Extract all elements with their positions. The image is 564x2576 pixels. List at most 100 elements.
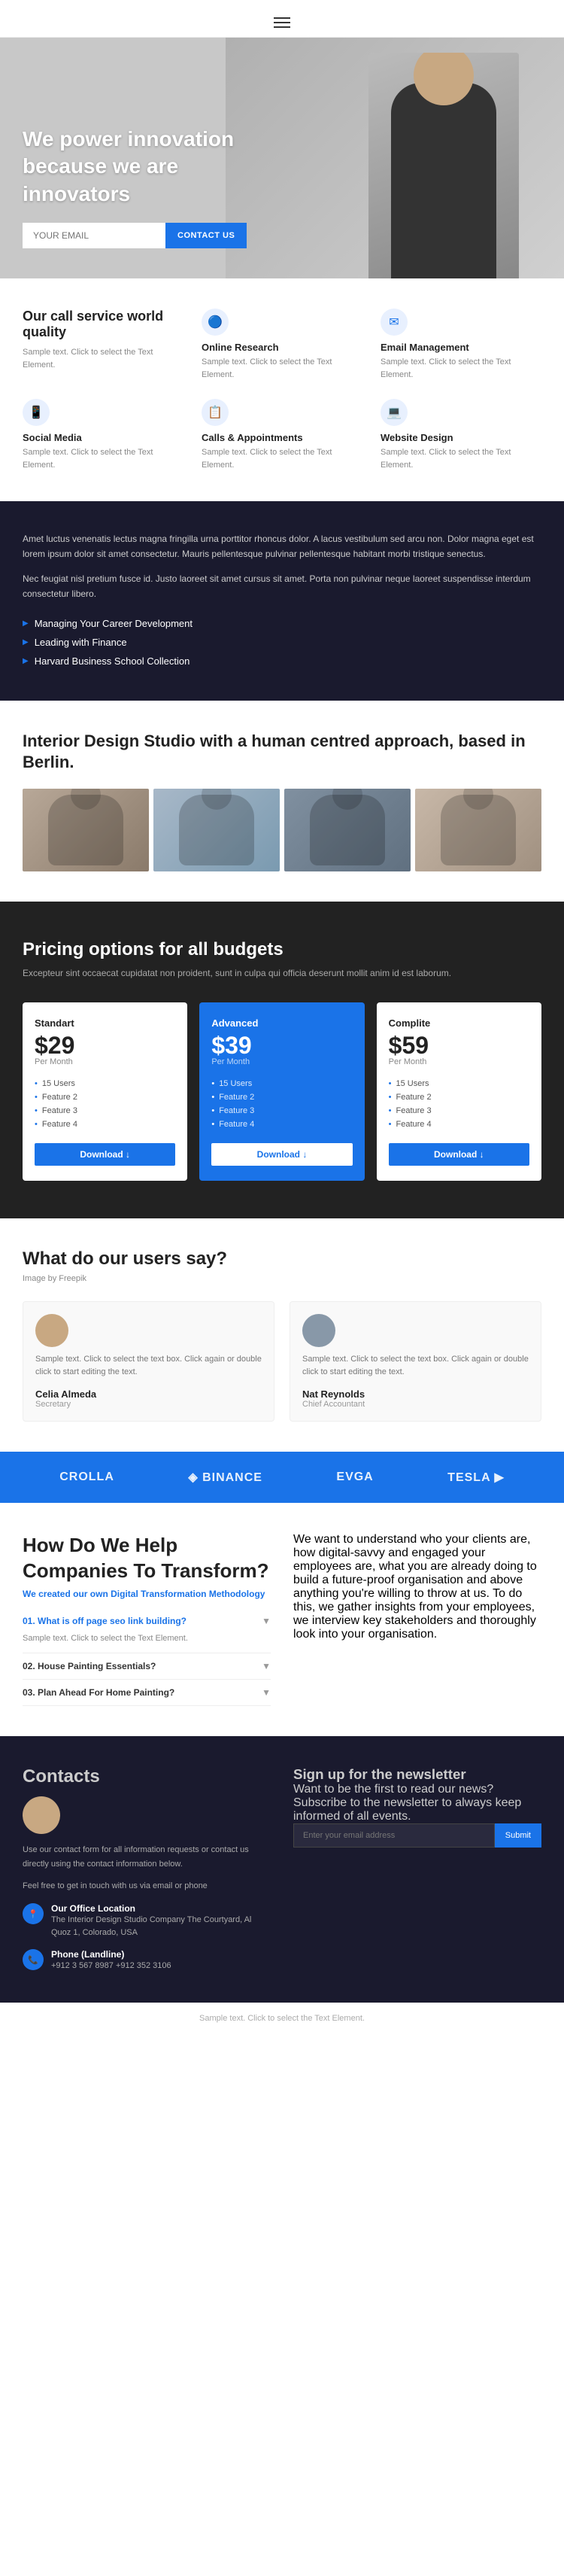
testimonials-grid: Sample text. Click to select the text bo… (23, 1301, 541, 1422)
faq-question-text-2: 03. Plan Ahead For Home Painting? (23, 1687, 174, 1698)
pricing-price-1: $39 (211, 1033, 352, 1057)
pricing-feature-1-3: Feature 4 (211, 1118, 352, 1131)
email-input[interactable] (23, 223, 165, 248)
pricing-card-name-2: Complite (389, 1017, 529, 1029)
faq-item-2: 03. Plan Ahead For Home Painting? ▼ (23, 1680, 271, 1706)
pricing-card-2: Complite $59 Per Month 15 Users Feature … (377, 1002, 541, 1181)
service-title-0: Online Research (202, 342, 362, 353)
testimonial-card-0: Sample text. Click to select the text bo… (23, 1301, 274, 1422)
pricing-features-1: 15 Users Feature 2 Feature 3 Feature 4 (211, 1077, 352, 1131)
about-list-item-1: Leading with Finance (23, 633, 541, 652)
pricing-price-2: $59 (389, 1033, 529, 1057)
newsletter-submit-button[interactable]: Submit (495, 1823, 541, 1848)
interior-section: Interior Design Studio with a human cent… (0, 701, 564, 902)
service-title-2: Social Media (23, 432, 183, 443)
contacts-description: Use our contact form for all information… (23, 1843, 271, 1871)
newsletter-text: Want to be the first to read our news? S… (293, 1783, 541, 1823)
transform-subtitle: We created our own Digital Transformatio… (23, 1589, 271, 1599)
testimonial-avatar-1 (302, 1314, 335, 1347)
email-management-icon: ✉ (381, 309, 408, 336)
header (0, 0, 564, 38)
transform-title: How Do We Help Companies To Transform? (23, 1533, 271, 1584)
about-body1: Amet luctus venenatis lectus magna fring… (23, 531, 541, 562)
pricing-feature-2-0: 15 Users (389, 1077, 529, 1090)
transform-right: We want to understand who your clients a… (293, 1533, 541, 1706)
brand-3: TESLA ▶ (447, 1470, 505, 1485)
pricing-cards: Standart $29 Per Month 15 Users Feature … (23, 1002, 541, 1181)
interior-photo-1 (23, 789, 149, 871)
brand-0: CROLLA (59, 1470, 114, 1484)
interior-photos (23, 789, 541, 871)
pricing-feature-0-1: Feature 2 (35, 1090, 175, 1104)
testimonial-name-0: Celia Almeda (35, 1388, 262, 1400)
testimonial-text-0: Sample text. Click to select the text bo… (35, 1353, 262, 1379)
pricing-card-0: Standart $29 Per Month 15 Users Feature … (23, 1002, 187, 1181)
faq-question-0[interactable]: 01. What is off page seo link building? … (23, 1616, 271, 1626)
hero-content: We power innovation because we are innov… (0, 126, 286, 248)
service-item-2: 📱 Social Media Sample text. Click to sel… (23, 399, 183, 471)
interior-title: Interior Design Studio with a human cent… (23, 731, 541, 774)
pricing-feature-1-2: Feature 3 (211, 1104, 352, 1118)
services-main-desc: Sample text. Click to select the Text El… (23, 346, 183, 371)
download-button-0[interactable]: Download ↓ (35, 1143, 175, 1166)
faq-question-1[interactable]: 02. House Painting Essentials? ▼ (23, 1661, 271, 1671)
contacts-section: Contacts Use our contact form for all in… (0, 1736, 564, 2003)
hero-section: We power innovation because we are innov… (0, 38, 564, 278)
brand-2: EVGA (336, 1470, 373, 1484)
contact-phone-row: 📞 Phone (Landline) +912 3 567 8987 +912 … (23, 1949, 271, 1972)
newsletter-form: Submit (293, 1823, 541, 1848)
faq-item-0: 01. What is off page seo link building? … (23, 1608, 271, 1654)
phone-icon: 📞 (23, 1949, 44, 1970)
testimonial-name-1: Nat Reynolds (302, 1388, 529, 1400)
interior-photo-2 (153, 789, 280, 871)
hero-person-image (368, 53, 519, 278)
download-button-2[interactable]: Download ↓ (389, 1143, 529, 1166)
pricing-subtitle: Excepteur sint occaecat cupidatat non pr… (23, 966, 541, 980)
pricing-features-2: 15 Users Feature 2 Feature 3 Feature 4 (389, 1077, 529, 1131)
about-list-item-0: Managing Your Career Development (23, 614, 541, 633)
chevron-down-icon-1: ▼ (262, 1661, 271, 1671)
faq-question-text-0: 01. What is off page seo link building? (23, 1616, 186, 1626)
testimonial-role-0: Secretary (35, 1400, 262, 1409)
office-details: The Interior Design Studio Company The C… (51, 1914, 271, 1939)
transform-right-text: We want to understand who your clients a… (293, 1533, 541, 1641)
contacts-left: Contacts Use our contact form for all in… (23, 1766, 271, 1972)
brand-1: ◈ BINANCE (188, 1470, 262, 1485)
faq-answer-0: Sample text. Click to select the Text El… (23, 1632, 271, 1646)
contact-office-row: 📍 Our Office Location The Interior Desig… (23, 1903, 271, 1939)
menu-icon[interactable] (274, 17, 290, 28)
service-title-4: Website Design (381, 432, 541, 443)
faq-item-1: 02. House Painting Essentials? ▼ (23, 1653, 271, 1680)
contact-us-button[interactable]: CONTACT US (165, 223, 247, 248)
pricing-feature-2-2: Feature 3 (389, 1104, 529, 1118)
service-item-4: 💻 Website Design Sample text. Click to s… (381, 399, 541, 471)
pricing-feature-0-0: 15 Users (35, 1077, 175, 1090)
pricing-feature-0-3: Feature 4 (35, 1118, 175, 1131)
faq-question-2[interactable]: 03. Plan Ahead For Home Painting? ▼ (23, 1687, 271, 1698)
testimonials-section: What do our users say? Image by Freepik … (0, 1218, 564, 1452)
pricing-feature-1-1: Feature 2 (211, 1090, 352, 1104)
newsletter-input[interactable] (293, 1823, 495, 1848)
pricing-section: Pricing options for all budgets Excepteu… (0, 902, 564, 1218)
testimonial-text-1: Sample text. Click to select the text bo… (302, 1353, 529, 1379)
contact-phone-info: Phone (Landline) +912 3 567 8987 +912 35… (51, 1949, 171, 1972)
chevron-down-icon-0: ▼ (262, 1616, 271, 1626)
pricing-feature-0-2: Feature 3 (35, 1104, 175, 1118)
testimonial-avatar-0 (35, 1314, 68, 1347)
service-title-3: Calls & Appointments (202, 432, 362, 443)
service-desc-4: Sample text. Click to select the Text El… (381, 446, 541, 471)
testimonial-role-1: Chief Accountant (302, 1400, 529, 1409)
services-main-title: Our call service world quality (23, 309, 183, 340)
brands-section: CROLLA ◈ BINANCE EVGA TESLA ▶ (0, 1452, 564, 1503)
pricing-card-name-0: Standart (35, 1017, 175, 1029)
contacts-avatar (23, 1796, 60, 1834)
pricing-period-2: Per Month (389, 1057, 529, 1066)
service-desc-1: Sample text. Click to select the Text El… (381, 356, 541, 381)
service-title-1: Email Management (381, 342, 541, 353)
about-body2: Nec feugiat nisl pretium fusce id. Justo… (23, 571, 541, 602)
testimonial-card-1: Sample text. Click to select the text bo… (290, 1301, 541, 1422)
about-list: Managing Your Career Development Leading… (23, 614, 541, 671)
pricing-card-1: Advanced $39 Per Month 15 Users Feature … (199, 1002, 364, 1181)
service-desc-2: Sample text. Click to select the Text El… (23, 446, 183, 471)
download-button-1[interactable]: Download ↓ (211, 1143, 352, 1166)
